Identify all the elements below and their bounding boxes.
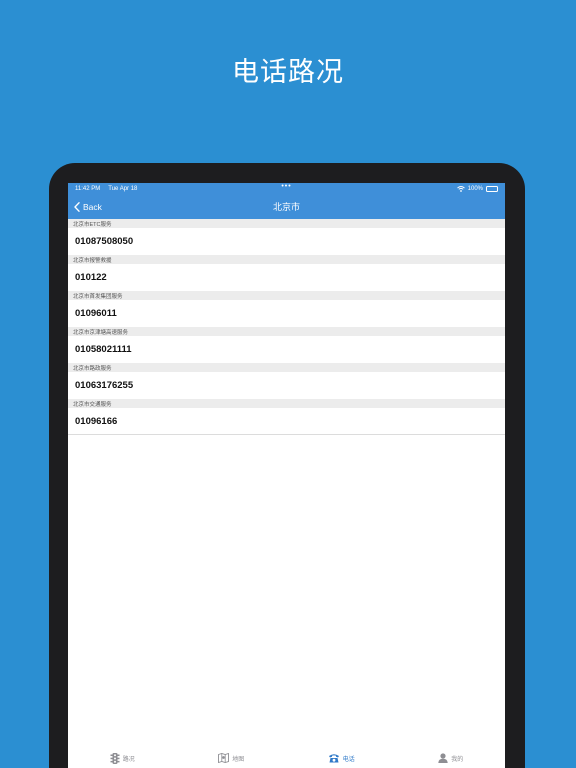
phone-icon	[328, 754, 339, 763]
nav-title: 北京市	[272, 202, 300, 212]
section-header: 北京市首发集团服务	[68, 291, 505, 300]
tab-bar: 路况 地图 电话 我的	[68, 748, 505, 768]
status-date: Tue Apr 18	[108, 185, 138, 192]
map-icon	[218, 753, 230, 763]
navigation-bar: Back 北京市	[68, 194, 505, 219]
phone-row[interactable]: 01058021111	[68, 336, 505, 363]
tab-label: 电话	[342, 756, 355, 763]
multitask-dots-icon: •••	[281, 183, 292, 190]
app-store-page: 电话路况 11:42 PM Tue Apr 18 ••• 100% Back 北…	[0, 0, 576, 768]
chevron-left-icon	[74, 201, 80, 212]
tab-label: 地图	[232, 756, 245, 763]
section-header: 北京市交通服务	[68, 399, 505, 408]
status-time: 11:42 PM	[75, 185, 101, 192]
traffic-light-icon	[110, 753, 120, 764]
wifi-icon	[456, 185, 465, 192]
tab-phone[interactable]: 电话	[328, 753, 355, 763]
section-header: 北京市京津塘高速服务	[68, 327, 505, 336]
status-right: 100%	[456, 185, 498, 192]
section-header: 北京市报警救援	[68, 255, 505, 264]
back-label: Back	[83, 201, 102, 212]
battery-percent: 100%	[467, 185, 483, 192]
phone-row[interactable]: 01063176255	[68, 372, 505, 399]
phone-row[interactable]: 01096011	[68, 300, 505, 327]
back-button[interactable]: Back	[68, 202, 102, 212]
phone-row[interactable]: 01087508050	[68, 228, 505, 255]
battery-icon	[486, 185, 498, 192]
tab-traffic[interactable]: 路况	[110, 753, 135, 764]
section-header: 北京市ETC服务	[68, 219, 505, 228]
phone-row[interactable]: 010122	[68, 264, 505, 291]
tab-map[interactable]: 地图	[218, 753, 244, 763]
phone-list: 北京市ETC服务 01087508050 北京市报警救援 010122 北京市首…	[68, 219, 505, 435]
person-icon	[438, 753, 448, 763]
tab-mine[interactable]: 我的	[438, 753, 463, 763]
section-header: 北京市路政服务	[68, 363, 505, 372]
tab-label: 路况	[122, 757, 135, 763]
phone-row[interactable]: 01096166	[68, 408, 505, 435]
tablet-screen: 11:42 PM Tue Apr 18 ••• 100% Back 北京市 北京…	[68, 183, 505, 768]
tab-label: 我的	[451, 756, 464, 763]
status-bar: 11:42 PM Tue Apr 18 ••• 100%	[68, 183, 505, 194]
headline: 电话路况	[232, 57, 344, 88]
